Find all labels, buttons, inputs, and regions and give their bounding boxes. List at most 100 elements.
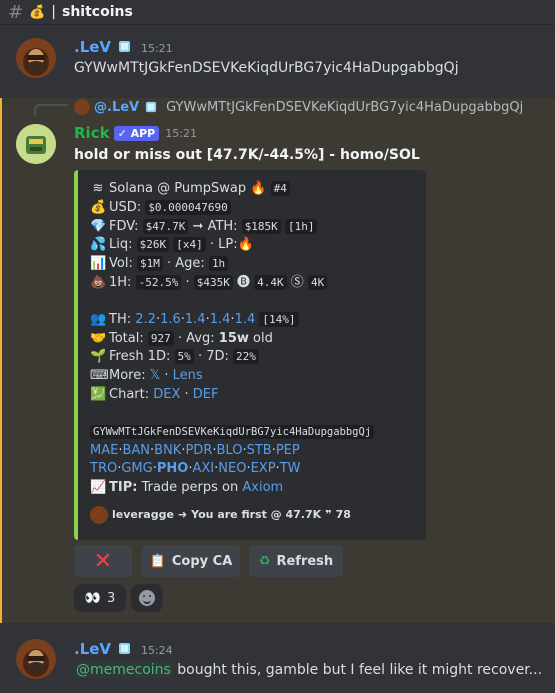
vol-value: $1M: [136, 256, 163, 272]
holders-icon: 👥: [90, 311, 107, 327]
close-button[interactable]: ✕: [74, 545, 132, 577]
cube-badge-icon: [145, 101, 158, 114]
chart-up-icon: 💹: [90, 386, 107, 402]
exchange-link[interactable]: TRO: [90, 461, 117, 476]
usd-row: 💰 USD: $0.000047690: [90, 199, 420, 218]
message-lev-1: .LeV 15:21 GYWwMTtJGkFenDSEVKeKiqdUrBG7y…: [0, 38, 555, 88]
h1-volume: $435K: [193, 274, 233, 290]
footer-user: leveragge: [112, 507, 174, 521]
channel-header: # 💰 | shitcoins: [0, 0, 555, 25]
solana-icon: ≋: [92, 181, 104, 196]
lp-label: · LP:: [209, 237, 238, 253]
age-value: 1h: [208, 256, 229, 272]
timestamp: 15:21: [140, 42, 173, 55]
contract-address[interactable]: GYWwMTtJGkFenDSEVKeKiqdUrBG7yic4HaDupgab…: [90, 424, 375, 439]
exchange-link[interactable]: GMG: [121, 461, 152, 476]
chart-icon: 📊: [90, 256, 107, 272]
avg-label: · Avg:: [177, 330, 215, 346]
copy-ca-button[interactable]: 📋 Copy CA: [142, 545, 240, 577]
usd-value: $0.000047690: [145, 199, 231, 215]
close-icon: ✕: [93, 548, 113, 574]
exchange-link[interactable]: TW: [280, 461, 301, 476]
exchange-link[interactable]: STB: [247, 443, 272, 458]
copy-ca-label: Copy CA: [171, 553, 233, 569]
reaction-eyes[interactable]: 👀 3: [74, 584, 126, 612]
exchange-link[interactable]: NEO: [218, 461, 246, 476]
message-title: hold or miss out [47.7K/-44.5%] - homo/S…: [74, 147, 420, 163]
lev-avatar[interactable]: [16, 38, 56, 78]
reply-spine: [34, 104, 68, 116]
exchange-link[interactable]: BAN: [122, 443, 150, 458]
rank-badge: #4: [270, 181, 290, 196]
author-name[interactable]: Rick: [74, 124, 110, 142]
exchange-link[interactable]: MAE: [90, 443, 118, 458]
total-value: 927: [147, 330, 174, 346]
exchanges-row-1: MAE·BAN·BNK·PDR·BLO·STB·PEP: [90, 442, 300, 458]
exchange-link[interactable]: PHO: [157, 461, 188, 476]
dex-link[interactable]: DEX: [153, 387, 180, 402]
sells-icon: Ⓢ: [290, 274, 304, 290]
author-name[interactable]: .LeV: [74, 640, 111, 658]
eyes-icon: 👀: [84, 590, 101, 606]
ath-label: ATH:: [207, 218, 238, 234]
reaction-count: 3: [106, 590, 116, 606]
exchange-link[interactable]: BLO: [217, 443, 243, 458]
tip-label: TIP:: [109, 480, 138, 496]
lev-avatar[interactable]: [16, 639, 56, 679]
arrow-right-icon: ➜: [177, 507, 188, 521]
exchange-link[interactable]: BNK: [154, 443, 181, 458]
fresh-7d: 22%: [233, 349, 259, 365]
th-link[interactable]: 2.2: [135, 312, 156, 327]
exchange-link[interactable]: PEP: [276, 443, 300, 458]
chart-trend-icon: 📈: [90, 480, 107, 496]
add-reaction-button[interactable]: [131, 584, 163, 612]
timestamp: 15:24: [140, 644, 173, 657]
mention[interactable]: @memecoins: [74, 662, 173, 678]
more-row: ⌨More: 𝕏 · Lens: [90, 367, 420, 386]
eyes-footer-icon: ❞: [325, 507, 332, 521]
exchange-link[interactable]: AXI: [192, 461, 214, 476]
th-link[interactable]: 1.4: [235, 312, 256, 327]
x-link[interactable]: 𝕏: [150, 368, 160, 383]
channel-separator: |: [51, 4, 56, 20]
age-label: · Age:: [167, 256, 205, 272]
footer-text: You are first @ 47.7K: [191, 507, 322, 521]
th-link[interactable]: 1.4: [210, 312, 231, 327]
def-link[interactable]: DEF: [193, 387, 219, 402]
more-label: More:: [109, 368, 146, 384]
h1-sells: 4K: [307, 274, 328, 290]
th-link[interactable]: 1.6: [160, 312, 181, 327]
ca-row: GYWwMTtJGkFenDSEVKeKiqdUrBG7yic4HaDupgab…: [90, 423, 420, 442]
channel-name: shitcoins: [62, 4, 133, 20]
reply-content: GYWwMTtJGkFenDSEVKeKiqdUrBG7yic4HaDupgab…: [166, 99, 524, 115]
exchange-link[interactable]: EXP: [251, 461, 276, 476]
liq-value: $26K: [136, 237, 170, 253]
cube-badge-icon: [118, 40, 131, 53]
h1-row: 💩 1H: -52.5% · $435K 🅑 4.4K Ⓢ 4K: [90, 274, 420, 293]
recycle-icon: ♻: [258, 553, 271, 569]
chart-label: Chart:: [109, 386, 150, 402]
fresh-1d: 5%: [174, 349, 194, 365]
exchanges-row-2: TRO·GMG·PHO·AXI·NEO·EXP·TW: [90, 461, 301, 477]
rick-avatar[interactable]: [16, 124, 56, 164]
message-lev-2: .LeV 15:24 @memecoins bought this, gambl…: [0, 637, 555, 693]
cube-badge-icon: [118, 642, 131, 655]
fire-icon: 🔥: [250, 181, 267, 196]
th-total: [14%]: [259, 311, 299, 327]
message-content: bought this, gamble but I feel like it m…: [172, 662, 543, 678]
axiom-link[interactable]: Axiom: [242, 480, 283, 495]
embed-header: Solana @ PumpSwap: [109, 181, 247, 196]
reply-preview[interactable]: @.LeV GYWwMTtJGkFenDSEVKeKiqdUrBG7yic4Ha…: [74, 99, 523, 115]
lens-link[interactable]: Lens: [173, 368, 203, 383]
th-link[interactable]: 1.4: [185, 312, 206, 327]
vol-row: 📊 Vol: $1M · Age: 1h: [90, 255, 420, 274]
refresh-button[interactable]: ♻ Refresh: [249, 545, 343, 577]
liq-multiplier: [x4]: [173, 237, 206, 253]
author-name[interactable]: .LeV: [74, 38, 111, 56]
fdv-label: FDV:: [109, 218, 139, 234]
footer-avatar: [90, 506, 108, 525]
timestamp: 15:21: [165, 126, 197, 140]
embed-footer: leveragge ➜ You are first @ 47.7K ❞ 78: [90, 506, 420, 525]
reply-author[interactable]: @.LeV: [94, 100, 139, 115]
exchange-link[interactable]: PDR: [185, 443, 212, 458]
